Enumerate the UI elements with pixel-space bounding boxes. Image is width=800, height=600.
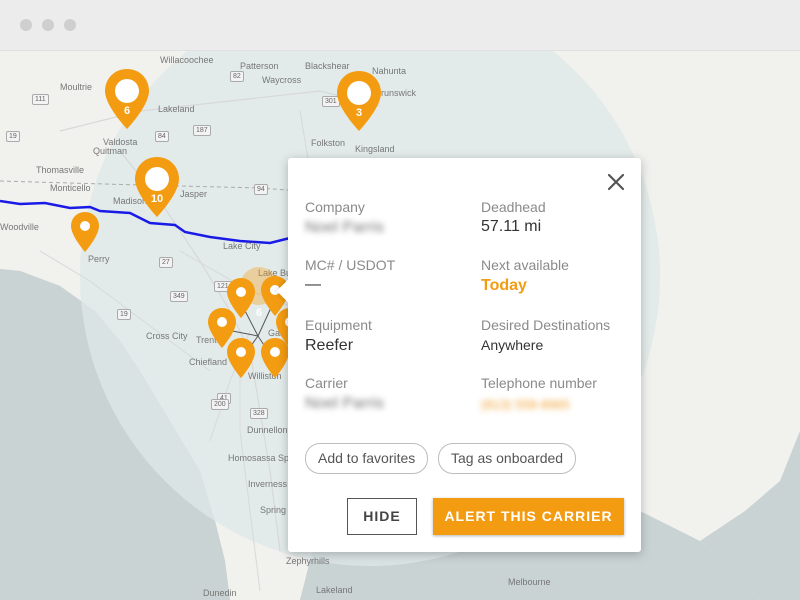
place-label: Monticello <box>50 183 91 193</box>
destinations-value: Anywhere <box>481 337 544 353</box>
cluster-marker[interactable]: 6 <box>104 68 150 130</box>
place-label: Lakeland <box>158 104 195 114</box>
place-label: Cross City <box>146 331 188 341</box>
mc-usdot-value: — <box>305 276 321 293</box>
close-icon <box>607 173 625 191</box>
deadhead-label: Deadhead <box>481 199 546 215</box>
carrier-label: Carrier <box>305 375 348 391</box>
route-shield: 82 <box>230 71 244 82</box>
place-label: Lake City <box>223 241 261 251</box>
load-pin[interactable] <box>226 337 256 379</box>
deadhead-value: 57.11 mi <box>481 218 542 235</box>
close-dot[interactable] <box>20 19 32 31</box>
route-shield: 27 <box>159 257 173 268</box>
place-label: Thomasville <box>36 165 85 175</box>
route-shield: 84 <box>155 131 169 142</box>
browser-window: Willacoochee Waycross Blackshear Patters… <box>0 0 800 600</box>
route-shield: 328 <box>250 408 268 419</box>
place-label: Waycross <box>262 75 302 85</box>
place-label: Dunnellon <box>247 425 288 435</box>
place-label: Chiefland <box>189 357 228 367</box>
place-label: Patterson <box>240 61 279 71</box>
close-button[interactable] <box>605 171 627 193</box>
place-label: Folkston <box>311 138 346 148</box>
cluster-count: 3 <box>355 107 363 119</box>
mc-usdot-label: MC# / USDOT <box>305 257 396 273</box>
cluster-marker[interactable]: 3 <box>336 70 382 132</box>
telephone-value[interactable]: (813) 558-8965 <box>481 397 570 412</box>
map-pin-icon <box>227 338 255 378</box>
window-titlebar <box>0 0 800 51</box>
place-label: Dunedin <box>203 588 237 598</box>
maximize-dot[interactable] <box>64 19 76 31</box>
place-label: Moultrie <box>60 82 93 92</box>
cluster-count: 6 <box>123 105 131 117</box>
place-label: Kingsland <box>355 144 395 154</box>
equipment-label: Equipment <box>305 317 372 333</box>
place-label: Inverness <box>248 479 288 489</box>
tag-onboarded-button[interactable]: Tag as onboarded <box>438 443 577 474</box>
place-label: Willacoochee <box>160 55 214 65</box>
route-shield: 111 <box>32 94 49 105</box>
load-pin[interactable] <box>70 211 100 253</box>
route-shield: 349 <box>170 291 188 302</box>
cluster-marker[interactable]: 10 <box>134 156 180 218</box>
route-shield: 200 <box>211 399 229 410</box>
add-to-favorites-button[interactable]: Add to favorites <box>305 443 429 474</box>
map-pin-icon <box>105 69 149 129</box>
place-label: Lakeland <box>316 585 353 595</box>
map-pin-icon <box>135 157 179 217</box>
telephone-label: Telephone number <box>481 375 597 391</box>
route-shield: 19 <box>117 309 131 320</box>
route-shield: 19 <box>6 131 20 142</box>
place-label: Perry <box>88 254 110 264</box>
place-label: Woodville <box>0 222 39 232</box>
map-pin-icon <box>337 71 381 131</box>
place-label: Melbourne <box>508 577 551 587</box>
hide-button[interactable]: HIDE <box>347 498 417 535</box>
destinations-label: Desired Destinations <box>481 317 611 333</box>
alert-carrier-button[interactable]: ALERT THIS CARRIER <box>433 498 624 535</box>
map-pin-icon <box>71 212 99 252</box>
next-available-value: Today <box>481 277 527 294</box>
company-value: Noel Parris <box>305 219 385 236</box>
minimize-dot[interactable] <box>42 19 54 31</box>
equipment-value: Reefer <box>305 337 354 354</box>
cluster-count: 10 <box>150 193 164 205</box>
company-label: Company <box>305 199 365 215</box>
carrier-popup: Company Noel Parris Deadhead 57.11 mi MC… <box>276 158 641 552</box>
route-shield: 187 <box>193 125 211 136</box>
place-label: Quitman <box>93 146 128 156</box>
next-available-label: Next available <box>481 257 569 273</box>
route-shield: 94 <box>254 184 268 195</box>
place-label: Zephyrhills <box>286 556 330 566</box>
carrier-value: Noel Parris <box>305 395 385 412</box>
place-label: Jasper <box>180 189 208 199</box>
